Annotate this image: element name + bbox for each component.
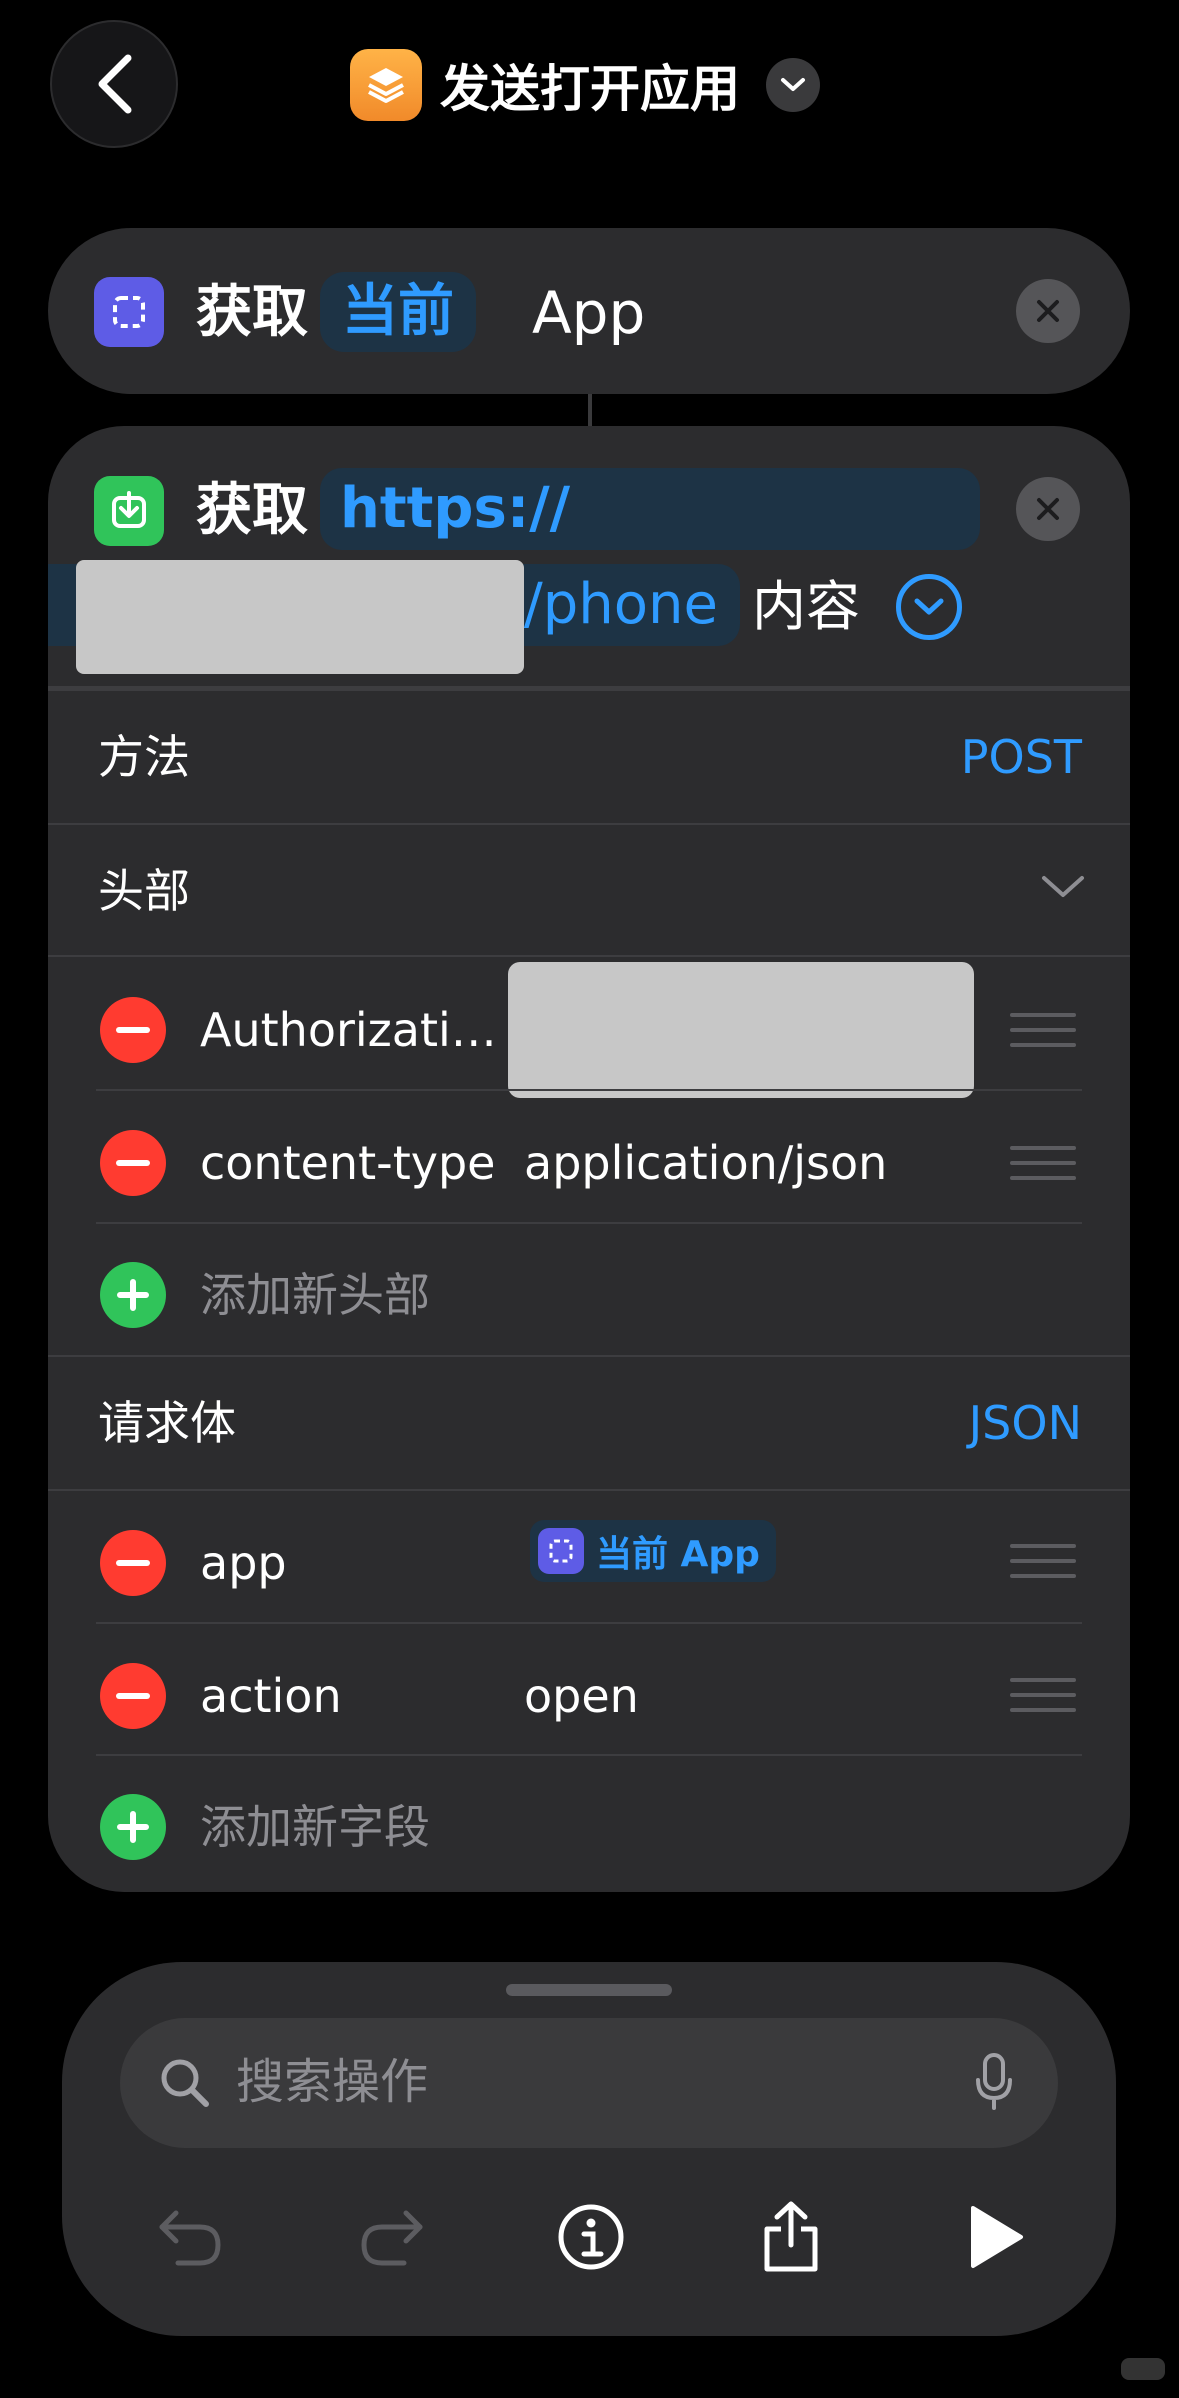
headers-row[interactable]: 头部 <box>48 825 1130 955</box>
action-get-current-app[interactable]: 获取 当前 App <box>48 228 1130 394</box>
chevron-down-icon <box>1042 876 1084 897</box>
reorder-handle-icon[interactable] <box>1010 1013 1076 1047</box>
info-button[interactable] <box>546 2192 636 2282</box>
headers-label: 头部 <box>98 864 190 918</box>
add-field-button[interactable] <box>100 1794 166 1860</box>
share-button[interactable] <box>746 2192 836 2282</box>
action-verb: 获取 <box>196 280 308 345</box>
field-key[interactable]: action <box>200 1666 342 1726</box>
method-row[interactable]: 方法 POST <box>48 691 1130 823</box>
action-object: App <box>532 279 646 347</box>
reorder-handle-icon[interactable] <box>1010 1544 1076 1578</box>
undo-button[interactable] <box>146 2192 236 2282</box>
url-token[interactable]: https:// <box>320 468 980 550</box>
action-connector <box>588 394 592 426</box>
current-variable-token[interactable]: 当前 <box>320 272 476 352</box>
current-app-variable-chip[interactable]: 当前 App <box>530 1520 776 1582</box>
delete-field-button[interactable] <box>100 1663 166 1729</box>
redo-icon <box>361 2210 423 2266</box>
field-value: 当前 App <box>596 1534 760 1575</box>
info-icon <box>558 2204 624 2270</box>
action-suffix: 内容 <box>752 575 860 638</box>
run-button[interactable] <box>950 2192 1040 2282</box>
search-placeholder: 搜索操作 <box>236 2054 429 2110</box>
search-actions-field[interactable]: 搜索操作 <box>120 2018 1058 2148</box>
play-icon <box>971 2206 1023 2268</box>
watermark <box>1121 2358 1165 2380</box>
page-title: 发送打开应用 <box>440 60 740 118</box>
field-key[interactable]: app <box>200 1533 287 1593</box>
share-icon <box>764 2201 818 2272</box>
plus-icon <box>117 1811 149 1843</box>
field-value[interactable]: open <box>524 1666 639 1726</box>
add-header-button[interactable] <box>100 1262 166 1328</box>
close-icon <box>1037 300 1059 322</box>
close-icon <box>1037 498 1059 520</box>
header-key[interactable]: Authorizati… <box>200 1000 497 1060</box>
microphone-icon[interactable] <box>974 2052 1014 2112</box>
plus-icon <box>117 1279 149 1311</box>
delete-field-button[interactable] <box>100 1530 166 1596</box>
remove-action-button[interactable] <box>1016 279 1080 343</box>
chevron-down-icon <box>914 598 944 615</box>
redo-button[interactable] <box>346 2192 436 2282</box>
download-icon <box>94 476 164 546</box>
add-field-label[interactable]: 添加新字段 <box>200 1797 430 1857</box>
request-body-row[interactable]: 请求体 JSON <box>48 1357 1130 1489</box>
delete-header-button[interactable] <box>100 1130 166 1196</box>
shortcut-title-menu[interactable]: 发送打开应用 <box>350 48 820 122</box>
chevron-down-icon[interactable] <box>766 58 820 112</box>
sheet-grabber[interactable] <box>506 1984 672 1996</box>
redacted-url <box>76 560 524 674</box>
action-search-sheet: 搜索操作 <box>62 1962 1116 2336</box>
method-label: 方法 <box>98 730 190 784</box>
request-body-type[interactable]: JSON <box>969 1393 1082 1453</box>
shortcuts-layers-icon <box>350 49 422 121</box>
add-header-label[interactable]: 添加新头部 <box>200 1265 430 1325</box>
request-body-label: 请求体 <box>98 1396 236 1450</box>
redacted-header-value <box>508 962 974 1098</box>
remove-action-button[interactable] <box>1016 477 1080 541</box>
back-button[interactable] <box>50 20 178 148</box>
app-selection-icon <box>538 1528 584 1574</box>
reorder-handle-icon[interactable] <box>1010 1146 1076 1180</box>
chevron-left-icon <box>98 54 132 114</box>
undo-icon <box>159 2210 221 2266</box>
expand-options-button[interactable] <box>896 574 962 640</box>
delete-header-button[interactable] <box>100 997 166 1063</box>
action-get-url-contents: 获取 https:// e/phone 内容 方法 POST 头部 Author… <box>48 426 1130 1892</box>
app-selection-icon <box>94 277 164 347</box>
search-icon <box>161 2059 209 2107</box>
reorder-handle-icon[interactable] <box>1010 1678 1076 1712</box>
header-key[interactable]: content-type <box>200 1133 495 1193</box>
header-value[interactable]: application/json <box>524 1133 887 1193</box>
method-value[interactable]: POST <box>961 727 1082 787</box>
action-verb: 获取 <box>196 478 308 543</box>
